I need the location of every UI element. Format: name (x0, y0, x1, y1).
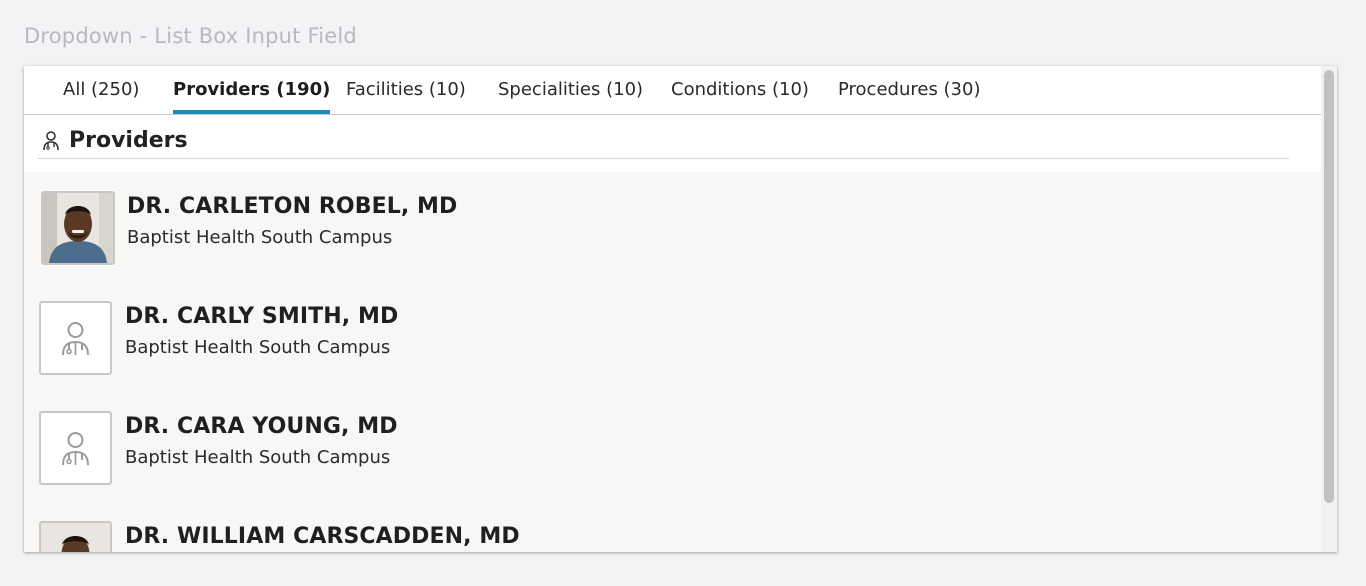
list-item[interactable]: DR. WILLIAM CARSCADDEN, MD (24, 502, 1321, 552)
avatar (41, 191, 115, 265)
avatar (39, 301, 112, 375)
tab-providers[interactable]: Providers (190) (173, 79, 331, 114)
list-item[interactable]: DR. CARLY SMITH, MD Baptist Health South… (24, 282, 1321, 392)
provider-name: DR. CARLETON ROBEL, MD (127, 194, 458, 219)
provider-name: DR. WILLIAM CARSCADDEN, MD (125, 524, 520, 549)
avatar (39, 521, 112, 552)
scrollbar-thumb[interactable] (1324, 70, 1334, 503)
provider-location: Baptist Health South Campus (125, 447, 391, 468)
provider-list: DR. CARLETON ROBEL, MD Baptist Health So… (24, 172, 1321, 552)
provider-name: DR. CARA YOUNG, MD (125, 414, 398, 439)
frame-title: Dropdown - List Box Input Field (24, 24, 357, 48)
list-item[interactable]: DR. CARA YOUNG, MD Baptist Health South … (24, 392, 1321, 502)
doctor-icon (42, 131, 60, 151)
tab-procedures[interactable]: Procedures (30) (838, 79, 981, 114)
tab-facilities[interactable]: Facilities (10) (346, 79, 466, 114)
placeholder-doctor-icon (62, 432, 89, 466)
provider-name: DR. CARLY SMITH, MD (125, 304, 399, 329)
tab-specialities[interactable]: Specialities (10) (498, 79, 643, 114)
tab-conditions[interactable]: Conditions (10) (671, 79, 809, 114)
tab-bar: All (250) Providers (190) Facilities (10… (24, 66, 1321, 115)
listbox-panel: All (250) Providers (190) Facilities (10… (24, 66, 1337, 552)
placeholder-doctor-icon (62, 322, 89, 356)
scrollbar[interactable] (1321, 66, 1337, 552)
list-item[interactable]: DR. CARLETON ROBEL, MD Baptist Health So… (24, 172, 1321, 282)
section-title: Providers (69, 128, 188, 153)
section-header: Providers (38, 126, 1289, 159)
provider-location: Baptist Health South Campus (125, 337, 391, 358)
provider-location: Baptist Health South Campus (127, 227, 393, 248)
tab-all[interactable]: All (250) (63, 79, 139, 114)
avatar (39, 411, 112, 485)
